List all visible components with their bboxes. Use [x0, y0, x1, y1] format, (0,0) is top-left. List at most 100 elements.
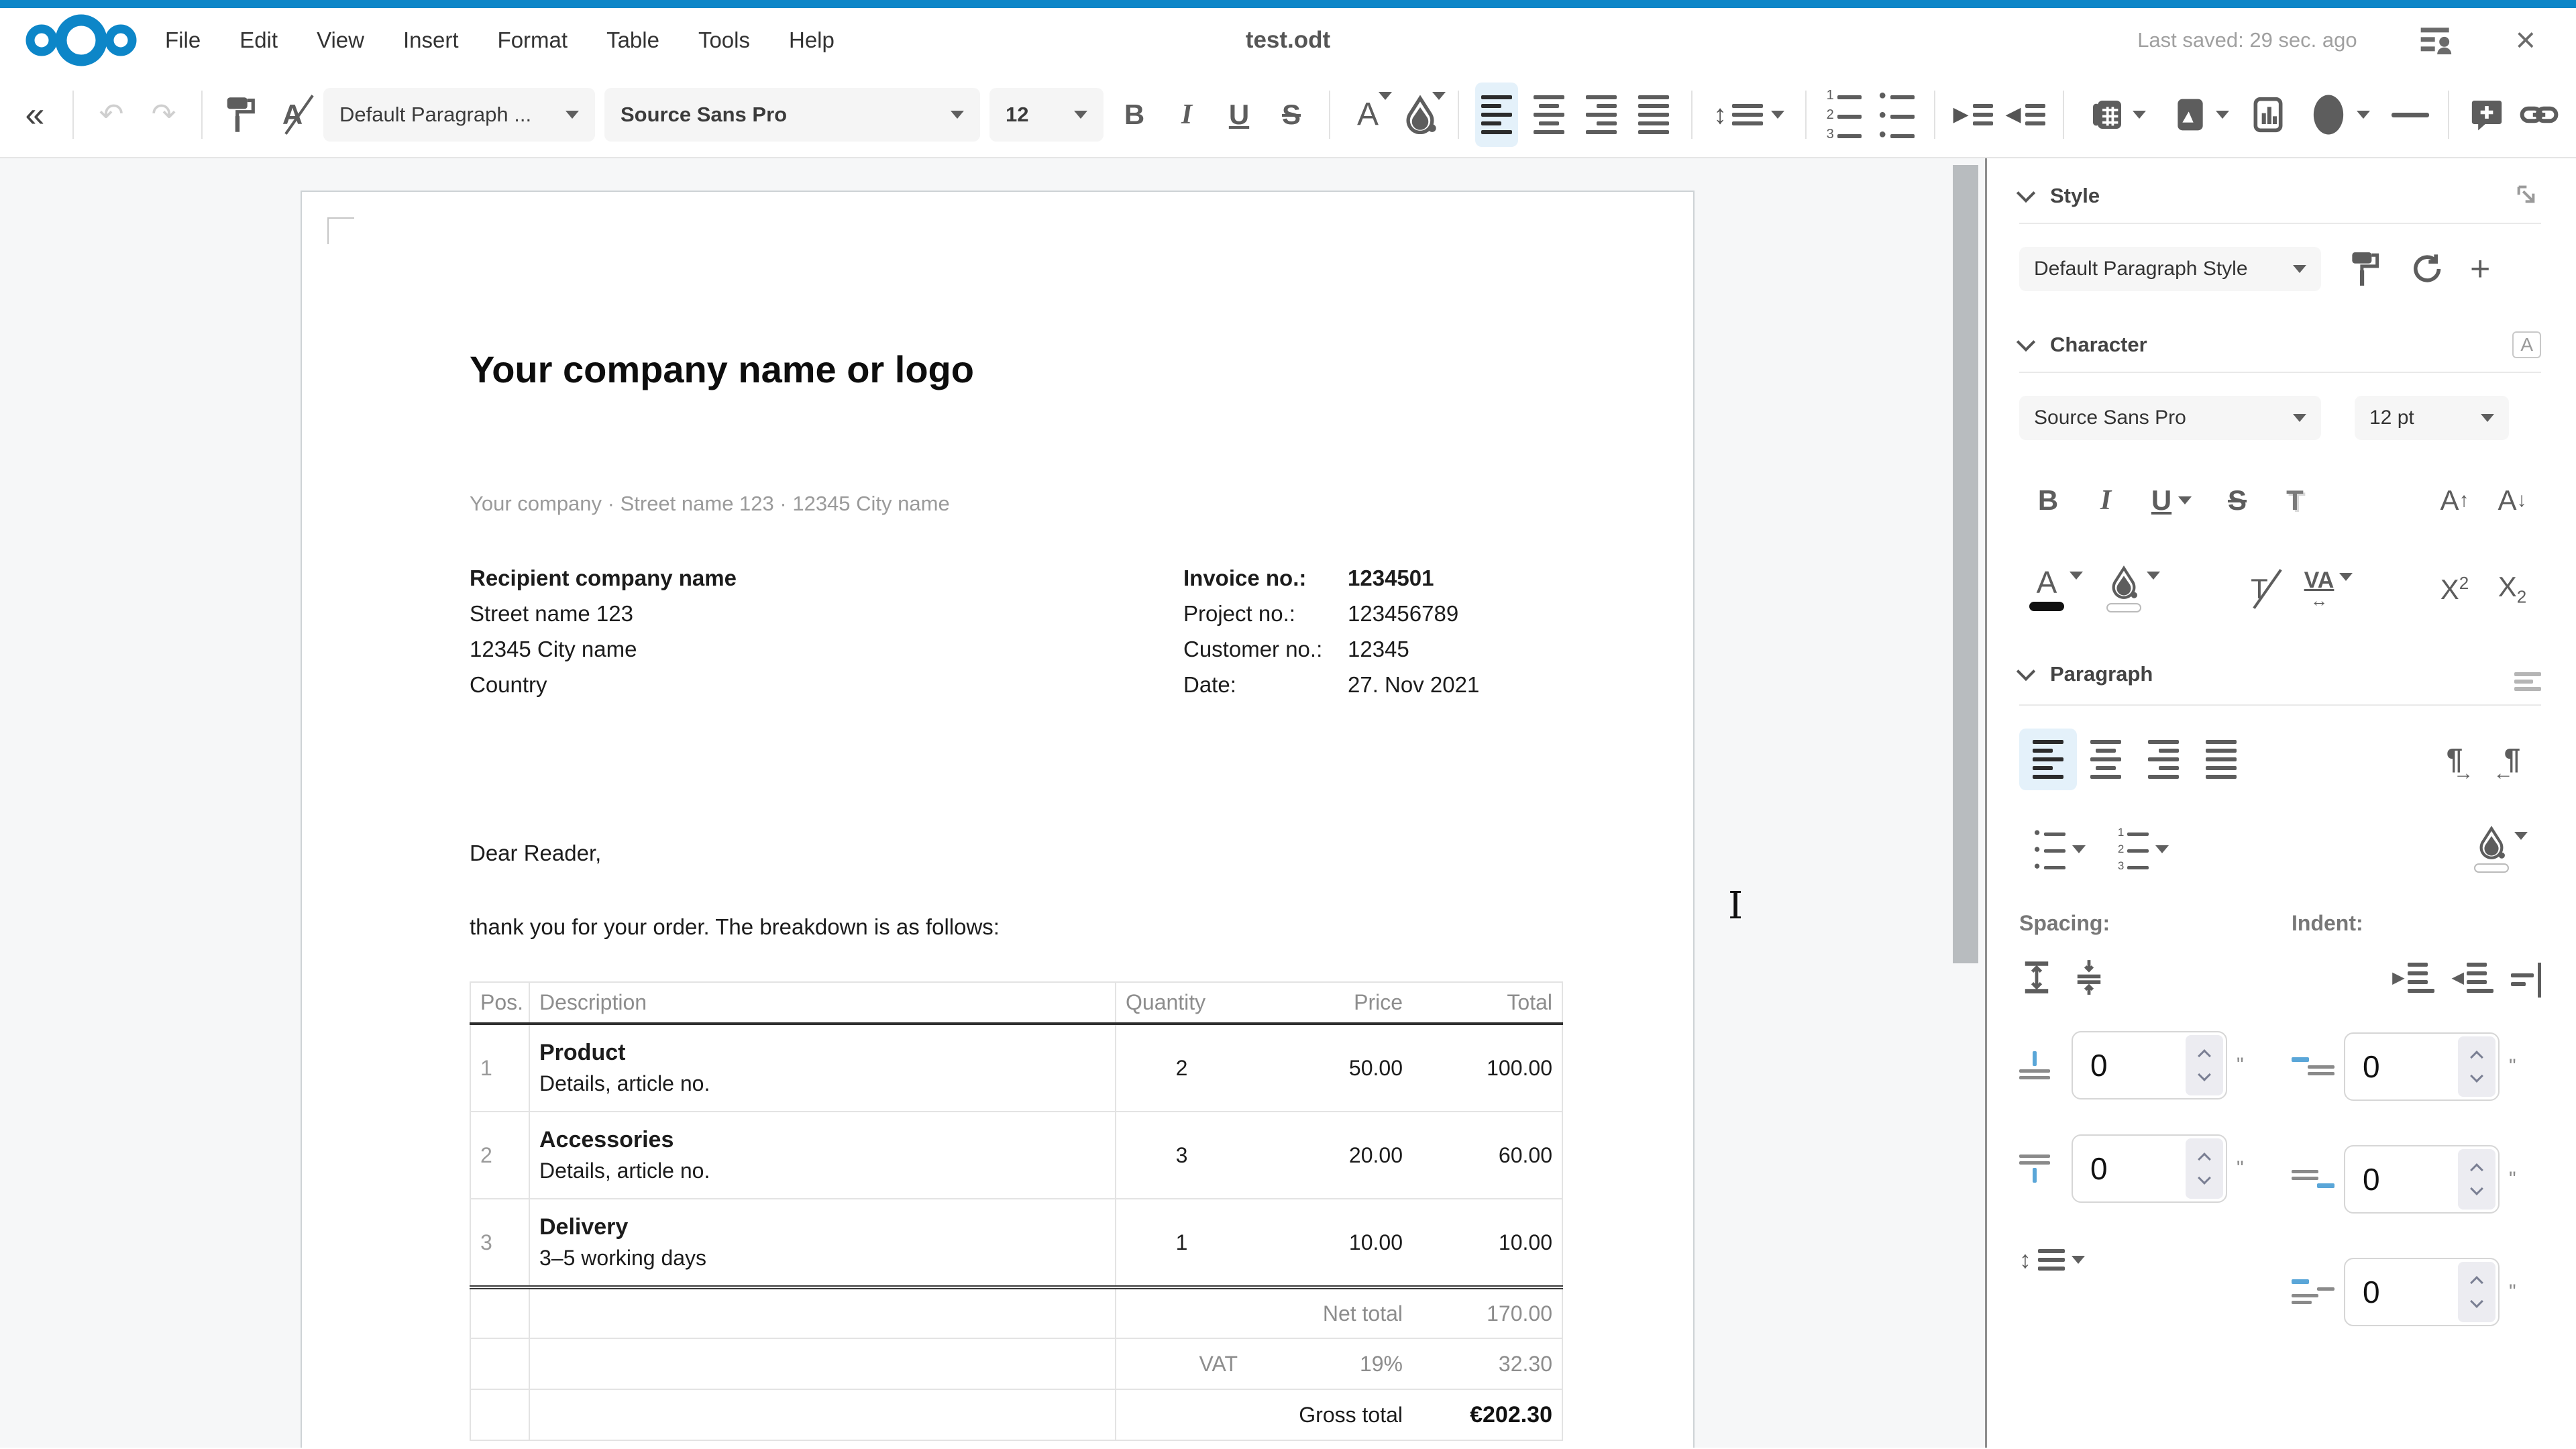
menu-edit[interactable]: Edit: [239, 28, 278, 53]
character-dialog-icon[interactable]: A: [2512, 331, 2541, 358]
clear-formatting-button[interactable]: A: [271, 83, 314, 147]
character-spacing-button[interactable]: VA ↔: [2288, 558, 2369, 620]
highlight-color-button[interactable]: [1399, 83, 1442, 147]
table-row: 1 ProductDetails, article no. 2 50.00 10…: [470, 1024, 1562, 1112]
menu-view[interactable]: View: [317, 28, 364, 53]
redo-button[interactable]: ↷: [142, 83, 185, 147]
insert-hyperlink-button[interactable]: [2518, 83, 2561, 147]
italic-button[interactable]: I: [1165, 83, 1208, 147]
menu-tools[interactable]: Tools: [698, 28, 750, 53]
decrease-paragraph-spacing-icon[interactable]: [2072, 959, 2106, 996]
sidebar-align-right-button[interactable]: [2135, 729, 2192, 790]
clone-formatting-icon[interactable]: [2348, 250, 2381, 288]
brand-strip: [0, 0, 2576, 8]
bold-button[interactable]: B: [1113, 83, 1156, 147]
spinner[interactable]: [2458, 1036, 2496, 1097]
sidebar-bullet-list-button[interactable]: ● ● ●: [2019, 818, 2100, 880]
top-bar: File Edit View Insert Format Table Tools…: [0, 8, 2576, 72]
formatting-toolbar: « ↶ ↷ A Default Paragraph ... Source San…: [0, 72, 2576, 158]
character-section-header[interactable]: Character A: [2019, 331, 2541, 358]
underline-button[interactable]: U: [1218, 83, 1260, 147]
spinner[interactable]: [2186, 1035, 2223, 1095]
align-center-button[interactable]: [1527, 83, 1570, 147]
sidebar-justify-button[interactable]: [2192, 729, 2250, 790]
sidebar-font-size-dropdown[interactable]: 12 pt: [2355, 396, 2509, 440]
paragraph-background-button[interactable]: [2461, 818, 2541, 880]
indent-before-input[interactable]: 0: [2344, 1032, 2500, 1101]
paragraph-dialog-icon[interactable]: [2514, 657, 2541, 691]
ltr-paragraph-button[interactable]: ¶→: [2426, 729, 2483, 790]
align-left-button[interactable]: [1475, 83, 1518, 147]
sidebar-align-left-button[interactable]: [2019, 729, 2077, 790]
user-list-icon[interactable]: [2418, 21, 2455, 59]
font-name-dropdown[interactable]: Source Sans Pro: [604, 88, 980, 142]
font-color-button[interactable]: A: [1346, 83, 1389, 147]
decrease-indent-icon[interactable]: ◀: [2452, 963, 2493, 993]
decrease-indent-button[interactable]: ◀: [2004, 83, 2047, 147]
sidebar-ordered-list-button[interactable]: 1 2 3: [2100, 818, 2187, 880]
style-name-dropdown[interactable]: Default Paragraph Style: [2019, 247, 2321, 291]
font-size-dropdown[interactable]: 12: [989, 88, 1104, 142]
sidebar-font-name-dropdown[interactable]: Source Sans Pro: [2019, 396, 2321, 440]
increase-indent-icon[interactable]: ▶: [2392, 963, 2434, 993]
rtl-paragraph-button[interactable]: ¶←: [2483, 729, 2541, 790]
insert-table-button[interactable]: [2080, 83, 2154, 147]
sidebar-align-center-button[interactable]: [2077, 729, 2135, 790]
undo-button[interactable]: ↶: [90, 83, 133, 147]
sidebar-bold-button[interactable]: B: [2019, 470, 2077, 531]
menu-help[interactable]: Help: [789, 28, 835, 53]
menu-insert[interactable]: Insert: [403, 28, 459, 53]
sidebar-italic-button[interactable]: I: [2077, 470, 2135, 531]
scrollbar-thumb[interactable]: [1953, 165, 1978, 963]
insert-comment-button[interactable]: [2465, 83, 2508, 147]
sidebar-clear-formatting-button[interactable]: T: [2231, 558, 2288, 620]
indent-after-input[interactable]: 0: [2344, 1145, 2500, 1214]
strikethrough-button[interactable]: S: [1270, 83, 1313, 147]
document-page[interactable]: Your company name or logo Your company ·…: [301, 191, 1695, 1448]
style-section-header[interactable]: Style: [2019, 182, 2541, 209]
spacing-below-input[interactable]: 0: [2072, 1134, 2227, 1203]
close-icon[interactable]: ×: [2516, 23, 2536, 58]
shadow-button[interactable]: T: [2266, 470, 2324, 531]
paragraph-style-dropdown[interactable]: Default Paragraph ...: [323, 88, 595, 142]
increase-paragraph-spacing-icon[interactable]: [2019, 959, 2054, 996]
insert-shape-button[interactable]: [2299, 83, 2379, 147]
spinner[interactable]: [2458, 1262, 2496, 1322]
increase-indent-button[interactable]: ▶: [1951, 83, 1994, 147]
insert-image-button[interactable]: [2163, 83, 2237, 147]
spinner[interactable]: [2458, 1149, 2496, 1210]
first-line-indent-input[interactable]: 0: [2344, 1258, 2500, 1326]
update-style-icon[interactable]: [2408, 252, 2443, 286]
grow-font-button[interactable]: A↑: [2426, 470, 2483, 531]
new-style-icon[interactable]: +: [2470, 252, 2490, 286]
sidebar-underline-button[interactable]: U: [2135, 470, 2208, 531]
sidebar-strikethrough-button[interactable]: S: [2208, 470, 2266, 531]
ordered-list-button[interactable]: 1 2 3: [1823, 83, 1866, 147]
insert-line-button[interactable]: [2389, 83, 2432, 147]
hanging-indent-icon[interactable]: [2511, 959, 2541, 998]
sidebar-highlight-button[interactable]: [2093, 558, 2174, 620]
menu-table[interactable]: Table: [606, 28, 659, 53]
spacing-above-input[interactable]: 0: [2072, 1031, 2227, 1099]
line-spacing-button[interactable]: ↕: [1709, 83, 1789, 147]
special-character-button[interactable]: ≡♪ &%: [2570, 83, 2576, 147]
align-right-button[interactable]: [1580, 83, 1623, 147]
document-canvas[interactable]: Your company name or logo Your company ·…: [0, 158, 1985, 1448]
paragraph-section-header[interactable]: Paragraph: [2019, 657, 2541, 691]
sidebar-font-color-button[interactable]: A: [2019, 558, 2093, 620]
bullet-list-button[interactable]: ● ● ●: [1875, 83, 1918, 147]
clone-formatting-button[interactable]: [219, 83, 262, 147]
menu-file[interactable]: File: [165, 28, 201, 53]
shrink-font-button[interactable]: A↓: [2483, 470, 2541, 531]
spinner[interactable]: [2186, 1138, 2223, 1199]
menu-format[interactable]: Format: [498, 28, 568, 53]
vertical-scrollbar[interactable]: [1953, 158, 1978, 1448]
line-spacing-dropdown-icon[interactable]: ↕: [2019, 1246, 2085, 1274]
superscript-button[interactable]: X2: [2426, 558, 2483, 620]
subscript-button[interactable]: X2: [2483, 558, 2541, 620]
table-header-row: Pos. Description Quantity Price Total: [470, 982, 1562, 1024]
collapse-toolbar-icon[interactable]: «: [13, 83, 56, 147]
justify-button[interactable]: [1632, 83, 1675, 147]
expand-panel-icon[interactable]: [2514, 182, 2541, 209]
insert-chart-button[interactable]: [2247, 83, 2290, 147]
